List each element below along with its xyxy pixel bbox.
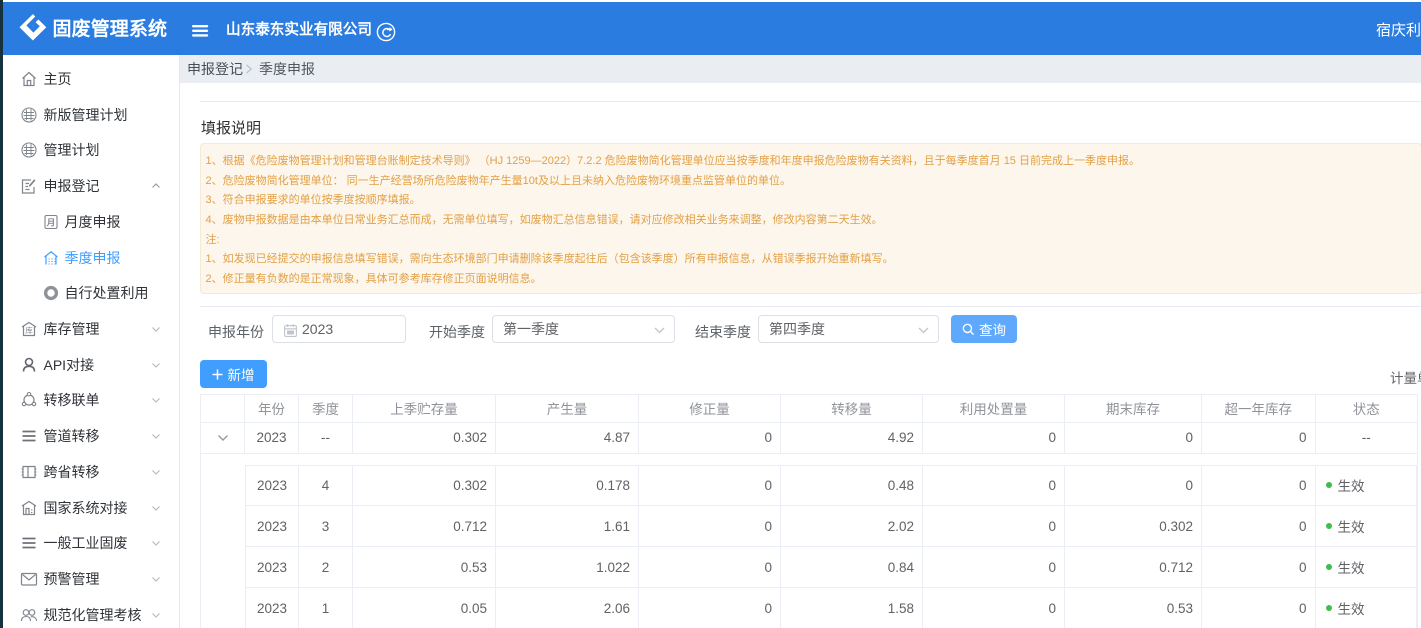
svg-text:月: 月	[46, 217, 56, 227]
svg-text:库: 库	[25, 325, 33, 335]
